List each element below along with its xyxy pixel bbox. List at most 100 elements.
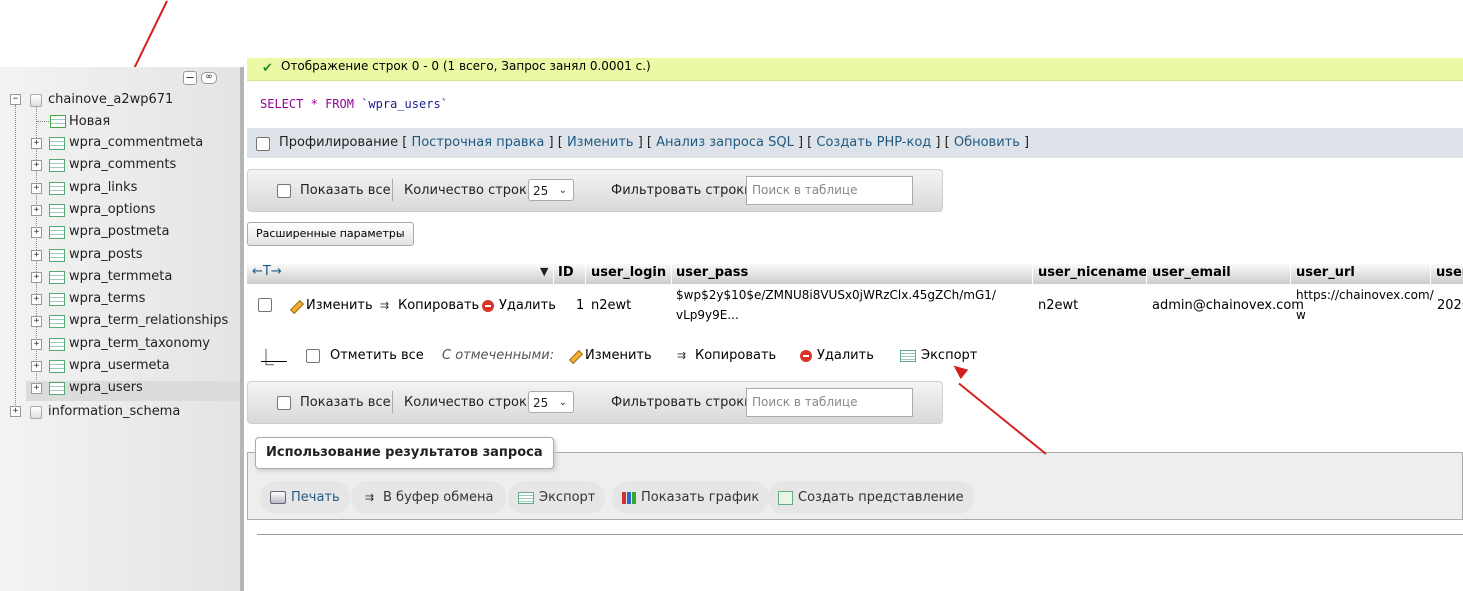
- expand-table-icon[interactable]: +: [31, 250, 42, 261]
- table-icon: [49, 338, 65, 351]
- row-copy-label: Копировать: [398, 298, 480, 313]
- sidebar-table-item[interactable]: wpra_terms: [69, 291, 145, 306]
- sidebar-table-item[interactable]: wpra_postmeta: [69, 224, 170, 239]
- edit-link[interactable]: Изменить: [567, 135, 634, 150]
- show-all-checkbox[interactable]: [277, 396, 291, 410]
- col-header-user-login[interactable]: user_login: [591, 265, 666, 280]
- cell-user-nicename: n2ewt: [1038, 298, 1079, 313]
- divider: [1032, 262, 1033, 284]
- sidebar-table-item[interactable]: wpra_term_relationships: [69, 313, 228, 328]
- display-chart-button[interactable]: Показать график: [612, 481, 770, 514]
- column-arrows-icon[interactable]: ←T→: [252, 264, 282, 279]
- table-icon: [49, 204, 65, 217]
- sidebar-table-item[interactable]: wpra_links: [69, 180, 137, 195]
- check-all-link[interactable]: Отметить все: [330, 348, 424, 363]
- table-icon: [49, 360, 65, 373]
- collapse-db-icon[interactable]: −: [10, 94, 21, 105]
- sort-dropdown-icon[interactable]: ▼: [540, 265, 548, 278]
- divider: [671, 262, 672, 284]
- check-all-checkbox[interactable]: [306, 349, 320, 363]
- col-header-user-url[interactable]: user_url: [1296, 265, 1355, 280]
- col-header-id[interactable]: ID: [558, 265, 574, 280]
- export-icon: [518, 491, 534, 504]
- annotation-arrowhead-export: [949, 360, 969, 380]
- expand-table-icon[interactable]: +: [31, 339, 42, 350]
- row-checkbox[interactable]: [258, 298, 272, 312]
- link-icon[interactable]: ∞: [201, 72, 217, 84]
- analyze-sql-link[interactable]: Анализ запроса SQL: [656, 135, 794, 150]
- bulk-delete-button[interactable]: Удалить: [800, 348, 874, 363]
- create-php-link[interactable]: Создать PHP-код: [816, 135, 931, 150]
- table-icon: [49, 159, 65, 172]
- filter-input[interactable]: Поиск в таблице: [746, 388, 913, 417]
- filter-input[interactable]: Поиск в таблице: [746, 176, 913, 205]
- bulk-copy-button[interactable]: ⇉ Копировать: [677, 348, 776, 363]
- rows-select[interactable]: 25 ⌄: [528, 391, 574, 413]
- chart-label: Показать график: [641, 490, 760, 505]
- advanced-options-button[interactable]: Расширенные параметры: [247, 222, 414, 246]
- divider: [1146, 262, 1147, 284]
- cell-user-pass-line1: $wp$2y$10$e/ZMNU8i8VUSx0jWRzClx.45gZCh/m…: [676, 288, 996, 302]
- print-button[interactable]: Печать: [260, 481, 350, 514]
- filter-label: Фильтровать строки:: [611, 183, 757, 198]
- bulk-edit-label: Изменить: [585, 348, 652, 363]
- col-header-user-nicename[interactable]: user_nicename: [1038, 265, 1147, 280]
- expand-table-icon[interactable]: +: [31, 294, 42, 305]
- expand-table-icon[interactable]: +: [31, 383, 42, 394]
- expand-table-icon[interactable]: +: [31, 272, 42, 283]
- sidebar-table-item[interactable]: wpra_options: [69, 202, 156, 217]
- sidebar-table-item[interactable]: wpra_term_taxonomy: [69, 336, 210, 351]
- profiling-checkbox[interactable]: [256, 137, 270, 151]
- expand-db-icon[interactable]: +: [10, 406, 21, 417]
- divider: [392, 179, 393, 201]
- sidebar-new[interactable]: Новая: [69, 114, 110, 129]
- refresh-link[interactable]: Обновить: [954, 135, 1020, 150]
- export-button[interactable]: Экспорт: [508, 481, 606, 514]
- pencil-icon: [288, 299, 302, 313]
- show-all-checkbox[interactable]: [277, 184, 291, 198]
- copy-icon: ⇉: [677, 348, 687, 362]
- divider: [392, 391, 393, 413]
- chevron-down-icon: ⌄: [558, 397, 567, 408]
- bulk-copy-label: Копировать: [695, 348, 777, 363]
- col-header-user-pass[interactable]: user_pass: [676, 265, 748, 280]
- expand-table-icon[interactable]: +: [31, 316, 42, 327]
- sidebar-db-information-schema[interactable]: information_schema: [48, 404, 180, 419]
- row-edit-link[interactable]: Изменить: [288, 298, 373, 313]
- expand-table-icon[interactable]: +: [31, 361, 42, 372]
- sidebar-resizer[interactable]: [240, 67, 244, 591]
- chevron-down-icon: ⌄: [558, 185, 567, 196]
- expand-table-icon[interactable]: +: [31, 160, 42, 171]
- delete-icon: [482, 299, 494, 312]
- create-view-button[interactable]: Создать представление: [768, 481, 974, 514]
- row-edit-label: Изменить: [306, 298, 373, 313]
- profiling-bar: Профилирование [ Построчная правка ] [ И…: [247, 128, 1463, 158]
- sidebar-table-item[interactable]: wpra_users: [69, 380, 143, 395]
- inline-edit-link[interactable]: Построчная правка: [411, 135, 544, 150]
- row-copy-link[interactable]: ⇉ Копировать: [380, 298, 479, 313]
- export-icon: [900, 349, 916, 362]
- bulk-edit-button[interactable]: Изменить: [567, 348, 652, 363]
- expand-table-icon[interactable]: +: [31, 138, 42, 149]
- sidebar-table-item[interactable]: wpra_posts: [69, 247, 143, 262]
- col-header-user-email[interactable]: user_email: [1152, 265, 1231, 280]
- expand-table-icon[interactable]: +: [31, 227, 42, 238]
- rows-label: Количество строк:: [404, 183, 532, 198]
- sidebar-table-item[interactable]: wpra_commentmeta: [69, 135, 203, 150]
- delete-icon: [800, 349, 812, 362]
- print-label: Печать: [291, 490, 340, 505]
- expand-table-icon[interactable]: +: [31, 183, 42, 194]
- expand-table-icon[interactable]: +: [31, 205, 42, 216]
- bulk-export-button[interactable]: Экспорт: [900, 348, 977, 363]
- cell-user-pass-line2: vLp9y9E...: [676, 308, 739, 322]
- sidebar-table-item[interactable]: wpra_termmeta: [69, 269, 172, 284]
- col-header-user-registered[interactable]: user_: [1436, 265, 1463, 280]
- collapse-all-icon[interactable]: −: [183, 71, 197, 85]
- divider: [1430, 262, 1431, 284]
- sidebar-table-item[interactable]: wpra_comments: [69, 157, 176, 172]
- rows-select[interactable]: 25 ⌄: [528, 179, 574, 201]
- sidebar-db-name[interactable]: chainove_a2wp671: [48, 92, 173, 107]
- row-delete-link[interactable]: Удалить: [482, 298, 556, 313]
- sidebar-table-item[interactable]: wpra_usermeta: [69, 358, 170, 373]
- copy-to-clipboard-button[interactable]: ⇉ В буфер обмена: [351, 481, 506, 514]
